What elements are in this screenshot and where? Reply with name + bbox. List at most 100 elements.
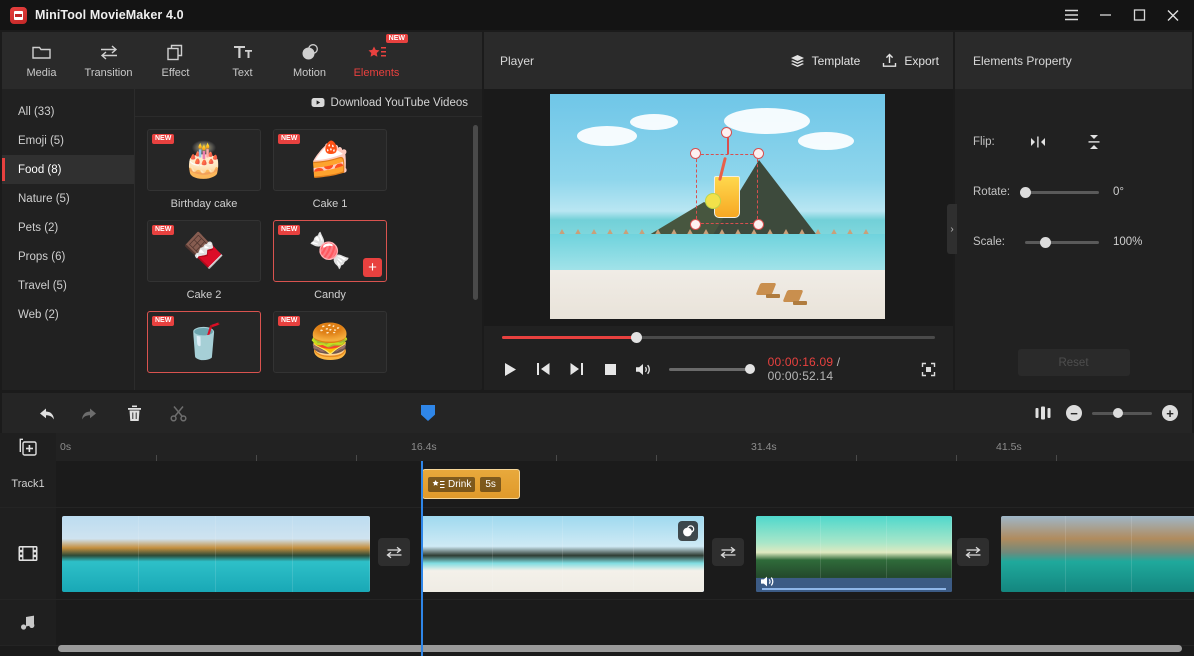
volume-icon[interactable] <box>634 358 653 380</box>
category-travel[interactable]: Travel (5) <box>2 271 134 300</box>
video-clip-selected[interactable] <box>422 516 704 592</box>
scissors-icon[interactable] <box>156 398 200 428</box>
element-card[interactable]: NEW 🍫 Cake 2 <box>147 220 261 305</box>
minimize-icon[interactable] <box>1088 0 1122 30</box>
export-button[interactable]: Export <box>882 53 939 68</box>
tab-media[interactable]: Media <box>8 35 75 87</box>
timeline-ruler: 0s 16.4s 31.4s 41.5s <box>0 433 1194 461</box>
element-card-candy[interactable]: NEW 🍬 + Candy <box>273 220 387 305</box>
category-props[interactable]: Props (6) <box>2 242 134 271</box>
elements-grid-scroll[interactable]: NEW 🎂 Birthday cake NEW 🍰 Cake <box>135 117 482 390</box>
hamburger-icon: 🍔 <box>309 325 351 359</box>
stop-icon[interactable] <box>600 358 619 380</box>
category-all[interactable]: All (33) <box>2 97 134 126</box>
scale-knob[interactable] <box>1040 237 1051 248</box>
trash-icon[interactable] <box>112 398 156 428</box>
selected-element-overlay[interactable] <box>696 154 758 224</box>
player-seek-bar[interactable] <box>502 336 935 339</box>
fullscreen-icon[interactable] <box>919 359 937 379</box>
chevron-right-icon[interactable]: › <box>947 204 957 254</box>
element-card[interactable]: NEW 🍔 <box>273 311 387 373</box>
video-frame <box>216 516 293 592</box>
video-clip-selected[interactable] <box>756 516 952 592</box>
category-web[interactable]: Web (2) <box>2 300 134 329</box>
maximize-icon[interactable] <box>1122 0 1156 30</box>
element-clip-drink[interactable]: Drink 5s <box>422 469 520 499</box>
split-view-icon[interactable] <box>1030 398 1056 428</box>
zoom-knob[interactable] <box>1113 408 1123 418</box>
track-lane-video[interactable] <box>56 508 1194 599</box>
volume-icon[interactable] <box>760 575 775 588</box>
skip-back-icon[interactable] <box>533 358 552 380</box>
add-media-icon[interactable] <box>0 433 56 461</box>
volume-slider[interactable] <box>669 368 753 371</box>
tab-transition[interactable]: Transition <box>75 35 142 87</box>
tab-text[interactable]: Text <box>209 35 276 87</box>
element-card-drink[interactable]: NEW 🥤 <box>147 311 261 373</box>
track-lane-elements[interactable]: Drink 5s <box>56 461 1194 507</box>
track-lane-audio[interactable] <box>56 600 1194 645</box>
add-element-button[interactable]: + <box>363 258 382 277</box>
volume-knob[interactable] <box>745 364 755 374</box>
category-pets[interactable]: Pets (2) <box>2 213 134 242</box>
transition-button[interactable] <box>957 538 989 566</box>
tab-motion[interactable]: Motion <box>276 35 343 87</box>
transition-button[interactable] <box>712 538 744 566</box>
timeline-zoom-slider[interactable] <box>1092 412 1152 415</box>
flip-horizontal-icon[interactable] <box>1025 131 1051 153</box>
elements-star-icon <box>367 42 387 62</box>
hamburger-menu-icon[interactable] <box>1054 0 1088 30</box>
preview-canvas[interactable] <box>550 94 885 319</box>
undo-icon[interactable] <box>24 398 68 428</box>
lemon-slice-graphic <box>705 193 721 209</box>
tab-effect[interactable]: Effect <box>142 35 209 87</box>
redo-icon[interactable] <box>68 398 112 428</box>
resize-handle-bottom-left[interactable] <box>690 219 701 230</box>
element-clip-icon: Drink <box>428 477 475 492</box>
timeline-horizontal-scrollbar[interactable] <box>58 645 1182 652</box>
play-icon[interactable] <box>500 358 519 380</box>
zoom-in-button[interactable]: + <box>1162 405 1178 421</box>
ruler-scale[interactable]: 0s 16.4s 31.4s 41.5s <box>56 433 1194 461</box>
element-card[interactable]: NEW 🎂 Birthday cake <box>147 129 261 214</box>
scale-slider[interactable] <box>1025 241 1099 244</box>
template-button[interactable]: Template <box>790 53 861 68</box>
elements-scrollbar[interactable] <box>473 125 478 300</box>
download-youtube-bar[interactable]: Download YouTube Videos <box>135 89 482 117</box>
rotate-slider[interactable] <box>1025 191 1099 194</box>
resize-handle-bottom-right[interactable] <box>753 219 764 230</box>
category-nature[interactable]: Nature (5) <box>2 184 134 213</box>
flip-vertical-icon[interactable] <box>1081 131 1107 153</box>
category-food[interactable]: Food (8) <box>2 155 134 184</box>
motion-icon[interactable] <box>678 521 698 541</box>
element-thumbnail[interactable]: NEW 🥤 <box>147 311 261 373</box>
element-thumbnail[interactable]: NEW 🍫 <box>147 220 261 282</box>
element-clip-duration: 5s <box>480 477 501 492</box>
flip-label: Flip: <box>973 136 1025 148</box>
rotate-handle[interactable] <box>721 127 732 138</box>
zoom-out-button[interactable]: − <box>1066 405 1082 421</box>
resize-handle-top-right[interactable] <box>753 148 764 159</box>
seek-knob[interactable] <box>631 332 642 343</box>
element-thumbnail[interactable]: NEW 🍰 <box>273 129 387 191</box>
element-thumbnail[interactable]: NEW 🎂 <box>147 129 261 191</box>
category-emoji[interactable]: Emoji (5) <box>2 126 134 155</box>
close-icon[interactable] <box>1156 0 1190 30</box>
reset-button[interactable]: Reset <box>1018 349 1130 376</box>
drink-icon: 🥤 <box>183 325 225 359</box>
timeline-tracks: Track1 Drink 5s <box>0 461 1194 656</box>
properties-panel: › Elements Property Flip: Rotate: 0° <box>955 32 1192 390</box>
skip-forward-icon[interactable] <box>567 358 586 380</box>
element-thumbnail[interactable]: NEW 🍔 <box>273 311 387 373</box>
playhead-line[interactable] <box>421 461 423 656</box>
video-clip[interactable] <box>62 516 370 592</box>
tab-elements[interactable]: NEW Elements <box>343 35 410 87</box>
time-display: 00:00:16.09 / 00:00:52.14 <box>768 355 894 383</box>
element-thumbnail[interactable]: NEW 🍬 + <box>273 220 387 282</box>
element-card[interactable]: NEW 🍰 Cake 1 <box>273 129 387 214</box>
transition-button[interactable] <box>378 538 410 566</box>
resource-panel: Media Transition Effect <box>2 32 482 390</box>
resize-handle-top-left[interactable] <box>690 148 701 159</box>
rotate-knob[interactable] <box>1020 187 1031 198</box>
video-clip[interactable] <box>1001 516 1194 592</box>
